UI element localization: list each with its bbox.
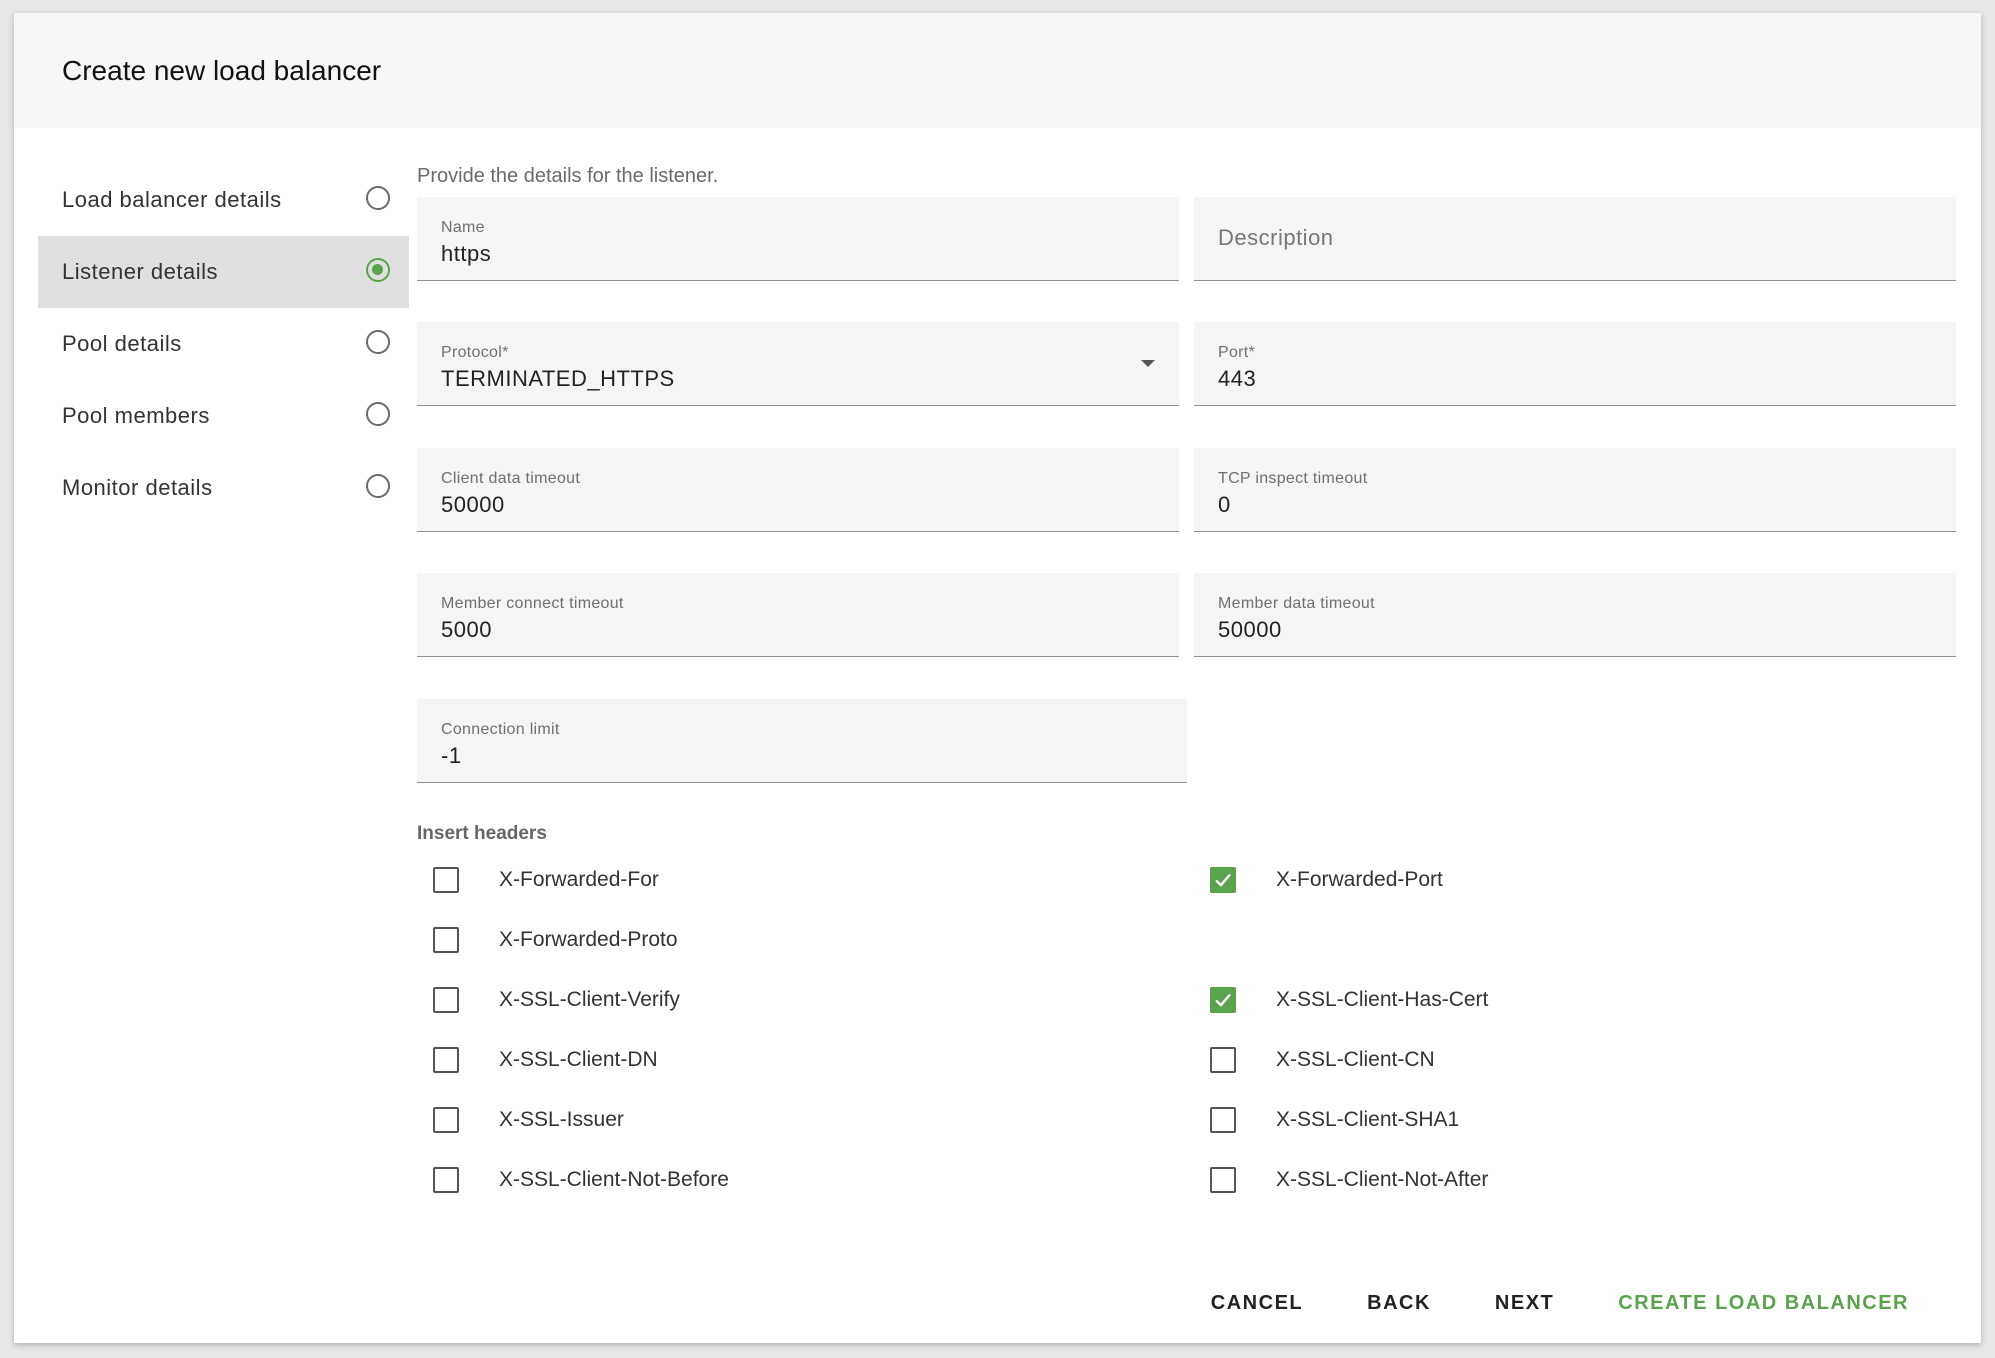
step-load-balancer-details[interactable]: Load balancer details — [38, 164, 409, 236]
step-radio-icon — [366, 474, 390, 498]
form-intro: Provide the details for the listener. — [417, 165, 719, 187]
wizard-steps: Load balancer details Listener details P… — [38, 164, 409, 524]
checkbox-label: X-SSL-Client-Not-After — [1276, 1168, 1489, 1191]
checkbox-label: X-SSL-Issuer — [499, 1108, 624, 1131]
client-data-timeout-value: 50000 — [441, 492, 505, 517]
dialog-title: Create new load balancer — [62, 55, 382, 86]
member-connect-timeout-field[interactable]: Member connect timeout 5000 — [417, 573, 1179, 657]
protocol-label: Protocol* — [441, 344, 509, 361]
step-pool-details[interactable]: Pool details — [38, 308, 409, 380]
checkbox-icon[interactable] — [1210, 1107, 1236, 1133]
cancel-button[interactable]: CANCEL — [1187, 1286, 1327, 1321]
insert-headers-title: Insert headers — [417, 823, 547, 844]
checkbox-icon[interactable] — [433, 927, 459, 953]
back-button[interactable]: BACK — [1343, 1286, 1455, 1321]
checkbox-label: X-SSL-Client-SHA1 — [1276, 1108, 1460, 1131]
header-x-ssl-client-sha1[interactable]: X-SSL-Client-SHA1 — [1210, 1107, 1459, 1133]
step-radio-selected-icon — [366, 258, 390, 282]
create-load-balancer-button[interactable]: CREATE LOAD BALANCER — [1594, 1286, 1933, 1321]
checkbox-label: X-SSL-Client-Has-Cert — [1276, 988, 1489, 1011]
connection-limit-value: -1 — [441, 743, 462, 768]
checkbox-label: X-Forwarded-Port — [1276, 868, 1443, 891]
tcp-inspect-timeout-field[interactable]: TCP inspect timeout 0 — [1194, 448, 1956, 532]
checkbox-label: X-Forwarded-For — [499, 868, 659, 891]
client-data-timeout-label: Client data timeout — [441, 470, 581, 487]
checkbox-icon[interactable] — [433, 867, 459, 893]
name-label: Name — [441, 219, 485, 236]
member-connect-timeout-label: Member connect timeout — [441, 595, 624, 612]
port-field[interactable]: Port* 443 — [1194, 322, 1956, 406]
step-label: Load balancer details — [62, 187, 282, 212]
tcp-inspect-timeout-value: 0 — [1218, 492, 1231, 517]
step-label: Listener details — [62, 259, 218, 284]
checkbox-icon[interactable] — [433, 1047, 459, 1073]
protocol-value: TERMINATED_HTTPS — [441, 366, 675, 391]
connection-limit-label: Connection limit — [441, 721, 560, 738]
checkbox-label: X-SSL-Client-Verify — [499, 988, 680, 1011]
checkbox-icon[interactable] — [1210, 1167, 1236, 1193]
client-data-timeout-field[interactable]: Client data timeout 50000 — [417, 448, 1179, 532]
checkbox-icon[interactable] — [433, 1167, 459, 1193]
header-x-ssl-client-verify[interactable]: X-SSL-Client-Verify — [433, 987, 680, 1013]
member-data-timeout-value: 50000 — [1218, 617, 1282, 642]
checkbox-label: X-SSL-Client-Not-Before — [499, 1168, 729, 1191]
description-field[interactable]: Description — [1194, 197, 1956, 281]
header-x-forwarded-for[interactable]: X-Forwarded-For — [433, 867, 659, 893]
header-x-ssl-client-dn[interactable]: X-SSL-Client-DN — [433, 1047, 658, 1073]
header-x-forwarded-port[interactable]: X-Forwarded-Port — [1210, 867, 1443, 893]
checkbox-label: X-SSL-Client-CN — [1276, 1048, 1435, 1071]
checkbox-label: X-Forwarded-Proto — [499, 928, 678, 951]
step-label: Monitor details — [62, 475, 213, 500]
header-x-ssl-client-has-cert[interactable]: X-SSL-Client-Has-Cert — [1210, 987, 1488, 1013]
description-placeholder: Description — [1218, 225, 1334, 250]
tcp-inspect-timeout-label: TCP inspect timeout — [1218, 470, 1368, 487]
checkbox-icon[interactable] — [433, 1107, 459, 1133]
step-radio-icon — [366, 186, 390, 210]
member-data-timeout-field[interactable]: Member data timeout 50000 — [1194, 573, 1956, 657]
step-radio-icon — [366, 402, 390, 426]
dialog-header: Create new load balancer — [14, 13, 1981, 128]
step-pool-members[interactable]: Pool members — [38, 380, 409, 452]
step-label: Pool members — [62, 403, 210, 428]
create-load-balancer-dialog: Create new load balancer Load balancer d… — [14, 13, 1981, 1343]
dialog-actions: CANCEL BACK NEXT CREATE LOAD BALANCER — [1171, 1286, 1933, 1321]
header-x-ssl-client-cn[interactable]: X-SSL-Client-CN — [1210, 1047, 1435, 1073]
checkbox-checked-icon[interactable] — [1210, 987, 1236, 1013]
step-monitor-details[interactable]: Monitor details — [38, 452, 409, 524]
header-x-forwarded-proto[interactable]: X-Forwarded-Proto — [433, 927, 678, 953]
checkbox-icon[interactable] — [1210, 1047, 1236, 1073]
connection-limit-field[interactable]: Connection limit -1 — [417, 699, 1187, 783]
checkbox-checked-icon[interactable] — [1210, 867, 1236, 893]
name-value: https — [441, 241, 492, 266]
step-label: Pool details — [62, 331, 182, 356]
member-connect-timeout-value: 5000 — [441, 617, 492, 642]
checkbox-label: X-SSL-Client-DN — [499, 1048, 658, 1071]
member-data-timeout-label: Member data timeout — [1218, 595, 1375, 612]
next-button[interactable]: NEXT — [1471, 1286, 1578, 1321]
checkbox-icon[interactable] — [433, 987, 459, 1013]
name-field[interactable]: Name https — [417, 197, 1179, 281]
protocol-select[interactable]: Protocol* TERMINATED_HTTPS — [417, 322, 1179, 406]
step-listener-details[interactable]: Listener details — [38, 236, 409, 308]
header-x-ssl-issuer[interactable]: X-SSL-Issuer — [433, 1107, 624, 1133]
header-x-ssl-client-not-after[interactable]: X-SSL-Client-Not-After — [1210, 1167, 1488, 1193]
chevron-down-icon — [1141, 360, 1155, 367]
port-value: 443 — [1218, 366, 1257, 391]
header-x-ssl-client-not-before[interactable]: X-SSL-Client-Not-Before — [433, 1167, 729, 1193]
port-label: Port* — [1218, 344, 1256, 361]
step-radio-icon — [366, 330, 390, 354]
